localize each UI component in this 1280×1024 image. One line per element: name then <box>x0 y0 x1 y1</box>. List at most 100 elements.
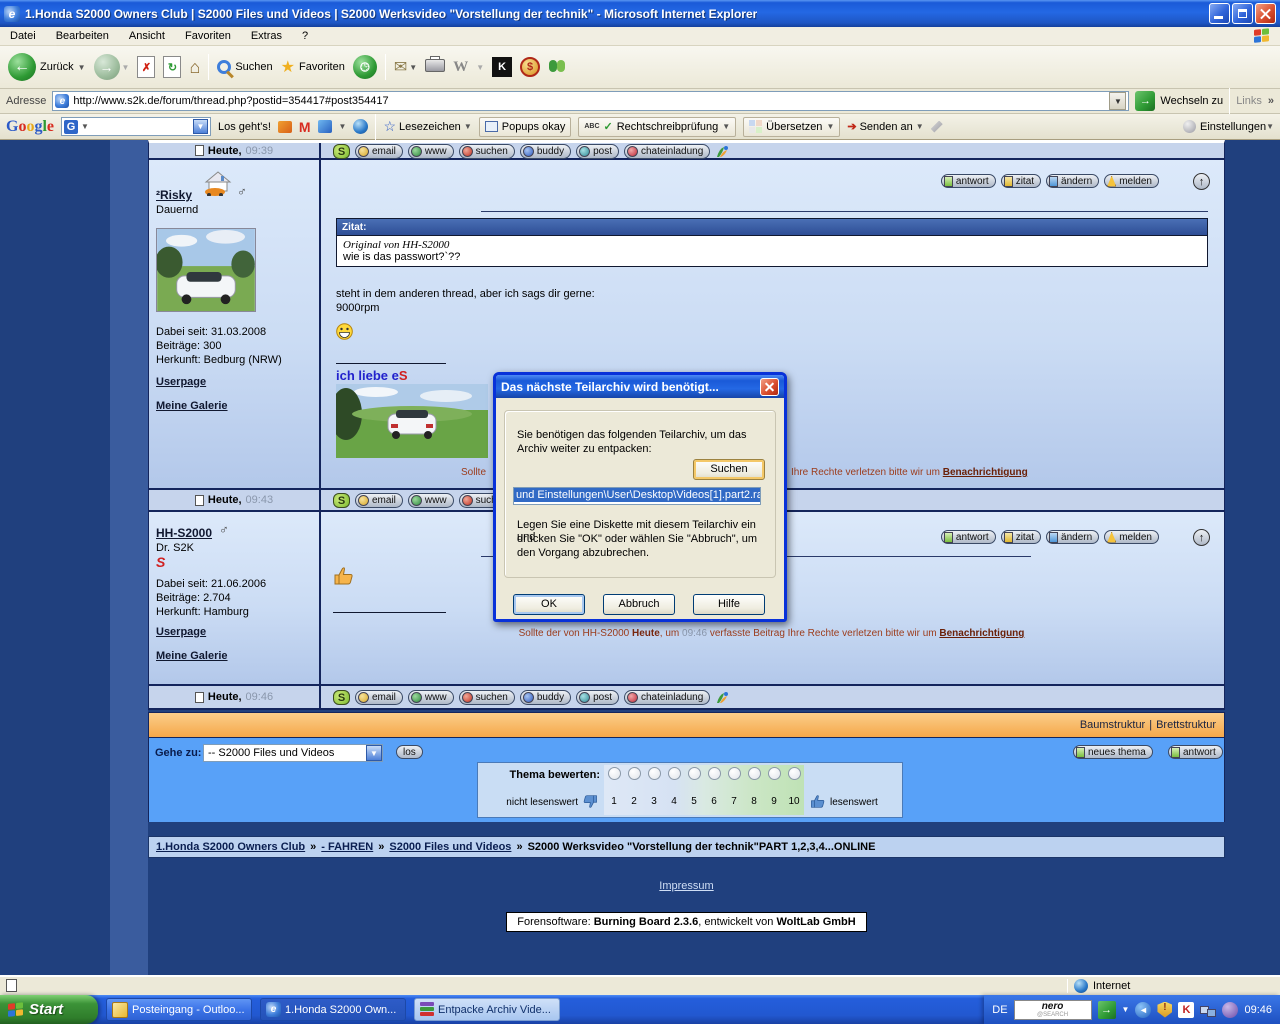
s2k-profile-button[interactable]: S <box>333 690 350 705</box>
taskbar-winrar[interactable]: Entpacke Archiv Vide... <box>414 998 560 1021</box>
www-button[interactable]: www <box>408 493 454 508</box>
reply-button[interactable]: antwort <box>1168 745 1223 759</box>
address-dropdown-button[interactable]: ▼ <box>1109 92 1126 110</box>
news-icon[interactable] <box>278 121 292 133</box>
restore-button[interactable] <box>1232 3 1253 24</box>
rating-radio-7[interactable] <box>724 767 744 783</box>
sendto-button[interactable]: ➔Senden an▼ <box>847 120 923 133</box>
suchen-button[interactable]: suchen <box>459 690 515 705</box>
earth-icon[interactable] <box>353 119 368 134</box>
dialog-ok-button[interactable]: OK <box>513 594 585 615</box>
menu-favoriten[interactable]: Favoriten <box>185 30 231 42</box>
melden-button[interactable]: melden <box>1104 174 1159 188</box>
forward-button[interactable]: →▼ <box>94 54 130 80</box>
dialog-help-button[interactable]: Hilfe <box>693 594 765 615</box>
email-button[interactable]: email <box>355 493 403 508</box>
security-shield-icon[interactable]: ! <box>1157 1002 1172 1018</box>
google-search-input[interactable]: G▼▼ <box>61 117 211 136</box>
google-go-button[interactable]: Los geht's! <box>218 121 271 133</box>
buddy-button[interactable]: buddy <box>520 690 571 705</box>
network-tray-icon[interactable] <box>1200 1002 1216 1018</box>
refresh-button[interactable]: ↻ <box>163 56 181 78</box>
menu-help[interactable]: ? <box>302 30 308 42</box>
popup-blocker-button[interactable]: Popups okay <box>479 117 572 137</box>
menu-ansicht[interactable]: Ansicht <box>129 30 165 42</box>
new-thread-button[interactable]: neues thema <box>1073 745 1153 759</box>
scroll-top-button[interactable]: ↑ <box>1193 173 1210 190</box>
zitat-button[interactable]: zitat <box>1001 530 1041 544</box>
rating-radio-10[interactable] <box>784 767 804 783</box>
menu-extras[interactable]: Extras <box>251 30 282 42</box>
gallery-link[interactable]: Meine Galerie <box>156 400 228 412</box>
rating-radio-9[interactable] <box>764 767 784 783</box>
stop-button[interactable]: ✗ <box>137 56 155 78</box>
dialog-titlebar[interactable]: Das nächste Teilarchiv wird benötigt... <box>496 375 784 398</box>
buddylist-bird-icon[interactable] <box>715 145 729 159</box>
www-button[interactable]: www <box>408 144 454 159</box>
minimize-button[interactable] <box>1209 3 1230 24</box>
kaspersky-toolbar-icon[interactable]: K <box>492 57 512 77</box>
crumb-fahren-link[interactable]: - FAHREN <box>321 841 373 853</box>
address-input[interactable]: e http://www.s2k.de/forum/thread.php?pos… <box>52 91 1129 111</box>
melden-button[interactable]: melden <box>1104 530 1159 544</box>
gallery-link[interactable]: Meine Galerie <box>156 650 228 662</box>
brettstruktur-link[interactable]: Brettstruktur <box>1156 719 1216 731</box>
bookmarks-button[interactable]: ☆Lesezeichen▼ <box>383 118 471 135</box>
media-tray-icon[interactable]: ◄ <box>1135 1002 1151 1018</box>
dialog-cancel-button[interactable]: Abbruch <box>603 594 675 615</box>
crumb-files-link[interactable]: S2000 Files und Videos <box>389 841 511 853</box>
gmail-icon[interactable]: M <box>299 119 311 135</box>
rating-radio-3[interactable] <box>644 767 664 783</box>
nero-search-box[interactable]: nero @SEARCH <box>1014 1000 1092 1020</box>
favorites-button[interactable]: ★Favoriten <box>281 57 345 77</box>
www-button[interactable]: www <box>408 690 454 705</box>
menu-bearbeiten[interactable]: Bearbeiten <box>56 30 109 42</box>
print-button[interactable] <box>425 59 445 75</box>
kaspersky-tray-icon[interactable]: K <box>1178 1002 1194 1018</box>
translate-button[interactable]: Übersetzen▼ <box>743 117 840 137</box>
chat-invite-button[interactable]: chateinladung <box>624 690 710 705</box>
rating-radio-2[interactable] <box>624 767 644 783</box>
rating-radio-1[interactable] <box>604 767 624 783</box>
taskbar-ie[interactable]: e 1.Honda S2000 Own... <box>260 998 406 1021</box>
antwort-button[interactable]: antwort <box>941 174 996 188</box>
money-toolbar-icon[interactable]: $ <box>520 57 540 77</box>
history-button[interactable]: 🕒︎ <box>353 55 377 79</box>
links-chevron-icon[interactable]: » <box>1268 95 1274 107</box>
home-button[interactable]: ⌂ <box>189 57 200 78</box>
archive-path-input[interactable]: und Einstellungen\User\Desktop\Videos[1]… <box>513 487 761 505</box>
goto-go-button[interactable]: los <box>396 745 423 759</box>
s2k-profile-button[interactable]: S <box>333 493 350 508</box>
messenger-button[interactable] <box>548 58 566 77</box>
username-hhs2000[interactable]: HH-S2000 <box>156 526 212 540</box>
apps-dropdown-icon[interactable]: ▼ <box>339 122 347 131</box>
rating-radio-8[interactable] <box>744 767 764 783</box>
dialog-search-button[interactable]: Suchen <box>693 459 765 480</box>
nero-go-button[interactable]: → <box>1098 1001 1116 1019</box>
rating-radio-6[interactable] <box>704 767 724 783</box>
userpage-link[interactable]: Userpage <box>156 376 206 388</box>
buddy-button[interactable]: buddy <box>520 144 571 159</box>
search-button[interactable]: Suchen <box>217 60 272 74</box>
aendern-button[interactable]: ändern <box>1046 530 1099 544</box>
benachrichtigung-link[interactable]: Benachrichtigung <box>943 467 1028 478</box>
apps-icon[interactable] <box>318 120 332 133</box>
email-button[interactable]: email <box>355 144 403 159</box>
scroll-top-button[interactable]: ↑ <box>1193 529 1210 546</box>
links-label[interactable]: Links <box>1236 95 1262 107</box>
word-edit-button[interactable]: W <box>453 59 468 76</box>
spellcheck-button[interactable]: ABC✓Rechtschreibprüfung▼ <box>578 117 736 137</box>
tray-expand-icon[interactable]: ▼ <box>1122 1005 1130 1014</box>
dialog-close-button[interactable] <box>760 378 779 396</box>
back-dropdown-icon[interactable]: ▼ <box>78 63 86 72</box>
back-button[interactable]: ←Zurück▼ <box>8 53 86 81</box>
settings-button[interactable]: Einstellungen▼ <box>1183 120 1274 133</box>
close-button[interactable] <box>1255 3 1276 24</box>
mail-button[interactable]: ✉▼ <box>394 57 417 77</box>
taskbar-outlook[interactable]: Posteingang - Outloo... <box>106 998 252 1021</box>
language-indicator[interactable]: DE <box>992 1004 1007 1016</box>
post-button[interactable]: post <box>576 690 619 705</box>
email-button[interactable]: email <box>355 690 403 705</box>
aendern-button[interactable]: ändern <box>1046 174 1099 188</box>
zitat-button[interactable]: zitat <box>1001 174 1041 188</box>
